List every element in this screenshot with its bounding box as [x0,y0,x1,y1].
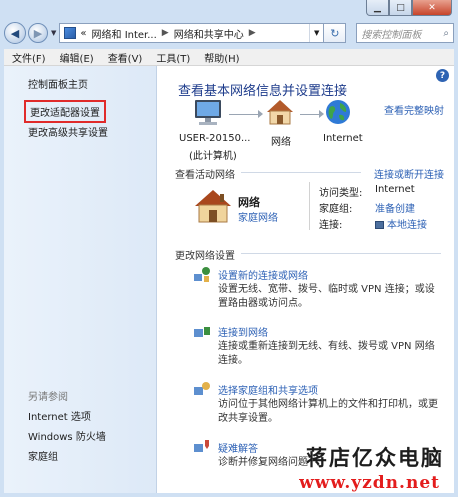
connection-line [300,114,320,115]
menu-tools[interactable]: 工具(T) [148,50,196,65]
search-placeholder: 搜索控制面板 [361,29,422,41]
connect-to-network-link[interactable]: 连接到网络 [218,324,268,339]
connect-to-network-desc: 连接或重新连接到无线、有线、拨号或 VPN 网络连接。 [218,341,435,366]
minimize-button[interactable]: ▁ [366,0,389,16]
computer-label: USER-20150... [179,133,251,144]
forward-button[interactable]: ▶ [28,23,48,43]
homegroup-sharing-options-desc: 访问位于其他网络计算机上的文件和打印机，或更改共享设置。 [218,399,438,424]
watermark-url: www.yzdn.net [299,473,440,493]
homegroup-sharing-icon [194,382,210,395]
homegroup-ready-link[interactable]: 准备创建 [375,200,415,215]
connect-disconnect-link[interactable]: 连接或断开连接 [374,166,444,181]
homegroup-link[interactable]: 家庭组 [28,448,58,463]
control-panel-icon [64,27,77,39]
computer-icon [195,100,221,125]
menu-bar: 文件(F) 编辑(E) 查看(V) 工具(T) 帮助(H) [4,49,454,66]
new-connection-icon [194,267,210,282]
divider [241,172,361,173]
troubleshoot-icon [194,440,209,452]
homegroup-label: 家庭组: [319,204,353,215]
menu-edit[interactable]: 编辑(E) [52,50,100,65]
network-house-icon [195,190,231,223]
house-network-icon [267,100,293,125]
menu-file[interactable]: 文件(F) [4,50,52,65]
troubleshoot-link[interactable]: 疑难解答 [218,440,258,455]
watermark-text: 蒋店亿众电脑 [306,445,444,470]
menu-help[interactable]: 帮助(H) [196,50,245,65]
setup-new-connection-desc: 设置无线、宽带、拨号、临时或 VPN 连接；或设置路由器或访问点。 [218,284,435,309]
maximize-button[interactable]: □ [389,0,412,16]
arrow-right-icon [258,110,263,118]
recent-pages-chevron-icon[interactable]: ▼ [51,29,56,37]
change-adapter-settings-link[interactable]: 更改适配器设置 [24,100,106,123]
search-input[interactable]: 搜索控制面板 ⌕ [356,23,454,43]
control-panel-home-link[interactable]: 控制面板主页 [28,76,88,91]
divider [241,253,441,254]
ethernet-adapter-icon [375,221,384,229]
active-networks-heading: 查看活动网络 [175,170,235,181]
address-bar[interactable]: « 网络和 Inter... ▶ 网络和共享中心 ▶ ▼ [59,23,325,43]
this-computer-label: (此计算机) [189,151,237,162]
back-button[interactable]: ◀ [4,22,26,44]
help-icon[interactable]: ? [436,69,449,82]
breadcrumb-network-internet[interactable]: 网络和 Inter... [92,26,157,41]
local-connection-link[interactable]: 本地连接 [375,216,427,231]
connect-network-icon [194,327,210,337]
setup-new-connection-link[interactable]: 设置新的连接或网络 [218,267,308,282]
navigation-bar: ◀ ▶ ▼ « 网络和 Inter... ▶ 网络和共享中心 ▶ ▼ ↻ 搜索控… [4,20,454,46]
network-label: 网络 [271,137,291,148]
internet-options-link[interactable]: Internet 选项 [28,408,91,423]
access-type-value: Internet [375,184,415,195]
breadcrumb-separator-icon[interactable]: ▶ [249,28,256,38]
search-icon[interactable]: ⌕ [439,28,453,39]
vertical-divider [309,182,310,230]
breadcrumb-network-sharing-center[interactable]: 网络和共享中心 [174,26,244,41]
windows-firewall-link[interactable]: Windows 防火墙 [28,428,106,443]
window-controls: ▁ □ ✕ [366,0,452,17]
homegroup-sharing-options-link[interactable]: 选择家庭组和共享选项 [218,382,318,397]
connection-line [229,114,259,115]
change-settings-heading: 更改网络设置 [175,251,235,262]
arrow-right-icon [319,110,324,118]
refresh-button[interactable]: ↻ [324,23,347,43]
address-dropdown-chevron-icon[interactable]: ▼ [309,24,323,42]
main-content: ? 查看基本网络信息并设置连接 查看完整映射 USER-20150... (此计… [157,66,454,493]
see-also-heading: 另请参阅 [28,392,68,403]
internet-label: Internet [323,133,363,144]
menu-view[interactable]: 查看(V) [100,50,149,65]
local-connection-label[interactable]: 本地连接 [387,220,427,231]
breadcrumb-separator-icon[interactable]: ▶ [162,28,169,38]
internet-globe-icon [326,100,350,124]
access-type-label: 访问类型: [319,188,363,199]
close-button[interactable]: ✕ [412,0,452,16]
active-network-name: 网络 [238,196,260,209]
connection-label: 连接: [319,220,343,231]
breadcrumb-prefix[interactable]: « [80,28,86,39]
page-title: 查看基本网络信息并设置连接 [178,84,348,99]
change-advanced-sharing-link[interactable]: 更改高级共享设置 [28,124,108,139]
view-full-map-link[interactable]: 查看完整映射 [384,102,444,117]
task-pane: 控制面板主页 更改适配器设置 更改高级共享设置 另请参阅 Internet 选项… [4,66,157,493]
network-type-link[interactable]: 家庭网络 [238,209,278,224]
